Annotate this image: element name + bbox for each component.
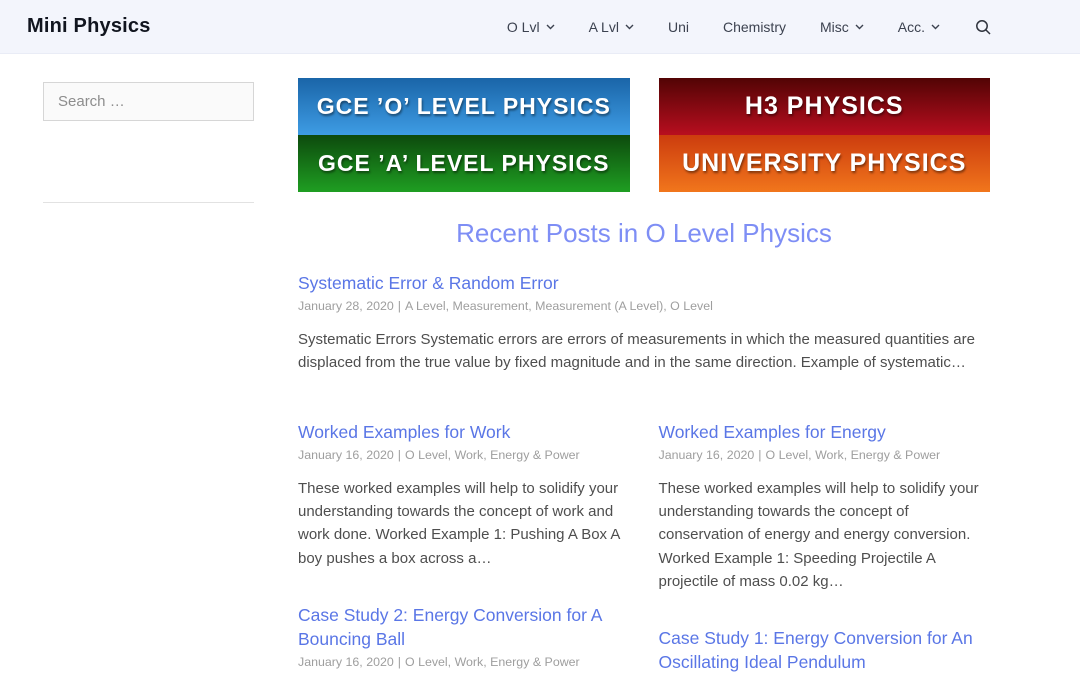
sidebar-divider [43, 202, 254, 203]
post-categories[interactable]: O Level, Work, Energy & Power [765, 448, 940, 462]
recent-posts-heading: Recent Posts in O Level Physics [298, 218, 990, 249]
post-categories[interactable]: O Level, Work, Energy & Power [405, 448, 580, 462]
post-card: Worked Examples for Energy January 16, 2… [659, 420, 991, 593]
banner-university-physics[interactable]: UNIVERSITY PHYSICS [659, 135, 991, 192]
post-title-link[interactable]: Worked Examples for Work [298, 420, 630, 444]
post-date: January 16, 2020 [659, 448, 755, 462]
nav-item-label: Uni [668, 19, 689, 35]
banner-gce-level-physics[interactable]: GCE ’O’ LEVEL PHYSICS GCE ’A’ LEVEL PHYS… [298, 78, 630, 192]
post-date: January 28, 2020 [298, 299, 394, 313]
page-body: GCE ’O’ LEVEL PHYSICS GCE ’A’ LEVEL PHYS… [0, 54, 1080, 680]
post-date: January 16, 2020 [298, 655, 394, 669]
meta-separator: | [754, 448, 765, 462]
meta-separator: | [394, 448, 405, 462]
post-categories[interactable]: A Level, Measurement, Measurement (A Lev… [405, 299, 713, 313]
banner-row: GCE ’O’ LEVEL PHYSICS GCE ’A’ LEVEL PHYS… [298, 78, 990, 192]
banner-h3-physics[interactable]: H3 PHYSICS [659, 78, 991, 135]
post-title-link[interactable]: Systematic Error & Random Error [298, 271, 990, 295]
post-title-link[interactable]: Case Study 2: Energy Conversion for A Bo… [298, 603, 630, 651]
banner-gce-o-level-physics[interactable]: GCE ’O’ LEVEL PHYSICS [298, 78, 630, 135]
chevron-down-icon [931, 24, 940, 30]
post-excerpt: These worked examples will help to solid… [659, 477, 991, 593]
post-card: Case Study 2: Energy Conversion for A Bo… [298, 603, 630, 680]
main-content: GCE ’O’ LEVEL PHYSICS GCE ’A’ LEVEL PHYS… [298, 54, 990, 680]
post-date: January 16, 2020 [298, 448, 394, 462]
search-icon[interactable] [974, 18, 992, 36]
site-header: Mini Physics O Lvl A Lvl Uni Chemistry M… [0, 0, 1080, 54]
chevron-down-icon [855, 24, 864, 30]
post-column-right: Worked Examples for Energy January 16, 2… [659, 387, 991, 680]
post-title-link[interactable]: Worked Examples for Energy [659, 420, 991, 444]
post-card: Systematic Error & Random Error January … [298, 271, 990, 375]
post-meta: January 16, 2020|O Level, Work, Energy &… [659, 448, 991, 462]
post-categories[interactable]: O Level, Work, Energy & Power [405, 655, 580, 669]
main-nav: O Lvl A Lvl Uni Chemistry Misc Acc. [507, 18, 992, 36]
nav-item-o-lvl[interactable]: O Lvl [507, 19, 555, 35]
banner-gce-a-level-physics[interactable]: GCE ’A’ LEVEL PHYSICS [298, 135, 630, 192]
banner-h3-university-physics[interactable]: H3 PHYSICS UNIVERSITY PHYSICS [659, 78, 991, 192]
site-title[interactable]: Mini Physics [27, 15, 151, 38]
post-excerpt: Systematic Errors Systematic errors are … [298, 328, 990, 375]
nav-item-label: Acc. [898, 19, 925, 35]
post-title-link[interactable]: Case Study 1: Energy Conversion for An O… [659, 626, 991, 674]
post-columns: Worked Examples for Work January 16, 202… [298, 387, 990, 680]
nav-item-label: Misc [820, 19, 849, 35]
post-meta: January 16, 2020|O Level, Work, Energy &… [298, 448, 630, 462]
meta-separator: | [394, 655, 405, 669]
nav-item-a-lvl[interactable]: A Lvl [589, 19, 634, 35]
meta-separator: | [394, 299, 405, 313]
nav-item-misc[interactable]: Misc [820, 19, 864, 35]
chevron-down-icon [625, 24, 634, 30]
chevron-down-icon [546, 24, 555, 30]
nav-item-label: O Lvl [507, 19, 540, 35]
nav-item-chemistry[interactable]: Chemistry [723, 19, 786, 35]
post-card: Worked Examples for Work January 16, 202… [298, 420, 630, 570]
search-input[interactable] [43, 82, 254, 121]
post-excerpt: These worked examples will help to solid… [298, 477, 630, 570]
nav-item-label: Chemistry [723, 19, 786, 35]
nav-item-acc[interactable]: Acc. [898, 19, 940, 35]
post-meta: January 28, 2020|A Level, Measurement, M… [298, 299, 990, 313]
nav-item-label: A Lvl [589, 19, 619, 35]
sidebar [43, 54, 254, 680]
post-meta: January 16, 2020|O Level, Work, Energy &… [298, 655, 630, 669]
nav-item-uni[interactable]: Uni [668, 19, 689, 35]
post-column-left: Worked Examples for Work January 16, 202… [298, 387, 630, 680]
post-card: Case Study 1: Energy Conversion for An O… [659, 626, 991, 680]
